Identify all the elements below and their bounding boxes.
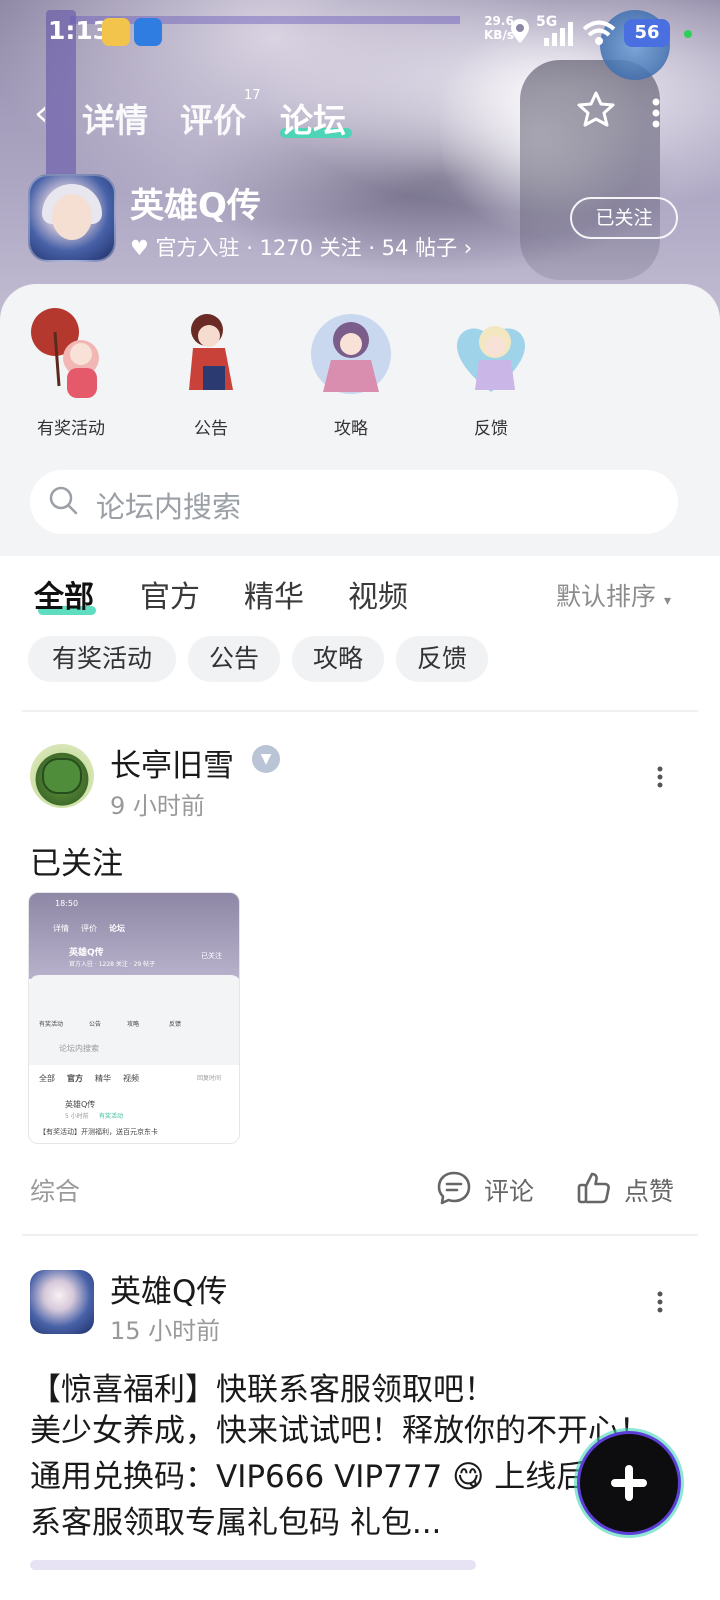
privacy-dot xyxy=(684,30,692,38)
back-arrow-icon[interactable]: ‹ xyxy=(34,96,48,132)
thumbnail-cat: 攻略 xyxy=(127,1021,140,1028)
like-label: 点赞 xyxy=(624,1177,675,1206)
thumbnail-filter: 精华 xyxy=(95,1074,111,1083)
notification-app-icon xyxy=(134,18,162,46)
post-image-thumbnail[interactable]: 18:50 详情 评价 论坛 英雄Q传 官方入驻 · 1228 关注 · 29 … xyxy=(28,892,240,1144)
thumbnail-filter: 视频 xyxy=(123,1074,139,1083)
sort-label: 默认排序 xyxy=(556,582,657,611)
avatar-art xyxy=(42,758,82,794)
thumbnail-cat: 反馈 xyxy=(169,1021,182,1028)
chip-feedback[interactable]: 反馈 xyxy=(396,636,488,682)
verified-heart-icon: ♥ xyxy=(130,236,149,260)
category-label: 反馈 xyxy=(474,419,508,439)
comment-icon xyxy=(437,1171,471,1205)
thumbnail-sort: 回复时间 xyxy=(197,1075,222,1082)
sort-dropdown[interactable]: 默认排序 ▾ xyxy=(556,577,671,613)
divider xyxy=(22,710,698,712)
more-options-icon[interactable] xyxy=(652,98,660,128)
post-author[interactable]: 英雄Q传 xyxy=(110,1266,227,1311)
thumbnail-post-tag: 有奖活动 xyxy=(99,1113,124,1120)
review-count-badge: 17 xyxy=(244,88,261,103)
post-more-icon[interactable] xyxy=(657,766,663,788)
plus-icon xyxy=(625,1465,633,1501)
category-label: 攻略 xyxy=(334,419,368,439)
next-post-preview xyxy=(30,1560,476,1570)
filter-tab-featured[interactable]: 精华 xyxy=(244,572,304,616)
post-body[interactable]: 美少女养成，快来试试吧！释放你的不开心！通用兑换码：VIP666 VIP777 … xyxy=(30,1408,670,1546)
location-icon xyxy=(511,19,529,43)
signal-icon xyxy=(544,22,573,46)
thumbnail-cat: 公告 xyxy=(89,1021,102,1028)
game-icon-face xyxy=(52,194,92,240)
post-time: 9 小时前 xyxy=(110,792,205,820)
chip-announcements[interactable]: 公告 xyxy=(188,636,280,682)
filter-tab-all[interactable]: 全部 xyxy=(34,572,94,616)
top-nav: ‹ 详情 评价 17 论坛 xyxy=(0,84,720,144)
thumbs-up-icon xyxy=(577,1172,610,1204)
forum-search-box[interactable]: 论坛内搜索 xyxy=(30,470,678,534)
favorite-star-icon[interactable] xyxy=(576,90,616,130)
divider xyxy=(22,1234,698,1236)
chevron-right-icon: › xyxy=(463,236,473,260)
thumbnail-post-time: 5 小时前 xyxy=(65,1113,89,1120)
category-label: 公告 xyxy=(194,419,228,439)
battery-indicator: 56 xyxy=(624,19,670,47)
filter-tab-official[interactable]: 官方 xyxy=(140,572,200,616)
post-time: 15 小时前 xyxy=(110,1317,221,1345)
like-button[interactable]: 点赞 xyxy=(576,1170,686,1206)
comment-label: 评论 xyxy=(484,1177,535,1206)
category-rewards[interactable]: 有奖活动 xyxy=(16,306,126,439)
status-time: 1:13 xyxy=(48,16,111,45)
avatar[interactable] xyxy=(30,1270,94,1334)
thumbnail-filter: 官方 xyxy=(67,1074,83,1083)
post-more-icon[interactable] xyxy=(657,1291,663,1313)
game-title: 英雄Q传 xyxy=(130,186,261,226)
tab-details[interactable]: 详情 xyxy=(82,94,148,142)
category-rewards-art xyxy=(23,306,119,402)
post-title[interactable]: 【惊喜福利】快联系客服领取吧！ xyxy=(30,1364,495,1409)
avatar[interactable] xyxy=(30,744,94,808)
caret-down-icon: ▾ xyxy=(663,593,671,609)
category-announcements-art xyxy=(163,306,259,402)
category-announcements[interactable]: 公告 xyxy=(156,306,266,439)
thumbnail-cat: 有奖活动 xyxy=(39,1021,64,1028)
category-label: 有奖活动 xyxy=(37,419,105,439)
category-feedback[interactable]: 反馈 xyxy=(436,306,546,439)
notification-app-icon xyxy=(102,18,130,46)
category-feedback-art xyxy=(443,306,539,402)
category-guides[interactable]: 攻略 xyxy=(296,306,406,439)
thumbnail-follow: 已关注 xyxy=(201,952,222,960)
post-category[interactable]: 综合 xyxy=(30,1172,80,1208)
status-bar: 1:13 29.6 KB/s 5G 56 xyxy=(0,0,720,64)
thumbnail-tab: 论坛 xyxy=(109,924,125,933)
tab-forum[interactable]: 论坛 xyxy=(280,94,346,142)
game-meta[interactable]: ♥ 官方入驻 · 1270 关注 · 54 帖子 › xyxy=(130,232,472,262)
post-author[interactable]: 长亭旧雪 xyxy=(110,740,234,785)
search-placeholder: 论坛内搜索 xyxy=(96,490,242,524)
game-app-icon[interactable] xyxy=(28,174,116,262)
search-icon xyxy=(49,486,78,515)
new-post-button[interactable] xyxy=(580,1434,678,1532)
user-level-badge-icon: ▼ xyxy=(252,745,280,773)
thumbnail-title: 英雄Q传 xyxy=(69,948,104,958)
chip-rewards[interactable]: 有奖活动 xyxy=(28,636,176,682)
thumbnail-post-title: 【有奖活动】开测福利，送百元京东卡 xyxy=(39,1128,158,1136)
thumbnail-tab: 评价 xyxy=(81,924,97,933)
follow-button[interactable]: 已关注 xyxy=(570,197,678,239)
thumbnail-meta: 官方入驻 · 1228 关注 · 29 帖子 xyxy=(69,961,156,968)
thumbnail-time: 18:50 xyxy=(55,899,79,908)
filter-tab-video[interactable]: 视频 xyxy=(348,572,408,616)
thumbnail-post-author: 英雄Q传 xyxy=(65,1100,96,1109)
comment-button[interactable]: 评论 xyxy=(436,1170,546,1206)
thumbnail-search: 论坛内搜索 xyxy=(59,1044,99,1053)
thumbnail-filter: 全部 xyxy=(39,1074,55,1083)
game-meta-text: 官方入驻 · 1270 关注 · 54 帖子 xyxy=(155,236,458,260)
category-guides-art xyxy=(303,306,399,402)
tab-reviews[interactable]: 评价 xyxy=(180,94,246,142)
wifi-icon xyxy=(582,20,616,45)
chip-guides[interactable]: 攻略 xyxy=(292,636,384,682)
thumbnail-tab: 详情 xyxy=(53,924,69,933)
post-text[interactable]: 已关注 xyxy=(30,838,123,883)
